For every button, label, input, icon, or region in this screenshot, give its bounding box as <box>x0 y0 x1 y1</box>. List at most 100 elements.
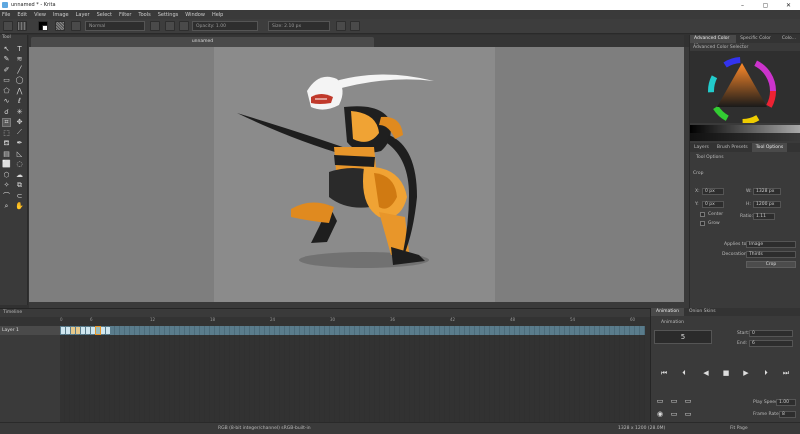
playback-options-icon[interactable]: ▭ <box>683 409 693 419</box>
keyframe[interactable] <box>70 327 75 334</box>
prev-frame-icon[interactable]: ◀ <box>701 368 711 378</box>
crop-tool-icon[interactable]: ⌗ <box>2 117 11 127</box>
menu-edit[interactable]: Edit <box>17 12 27 18</box>
document-tab[interactable]: unnamed <box>31 37 374 47</box>
menu-tools[interactable]: Tools <box>138 12 150 18</box>
polyline-tool-icon[interactable]: ⋀ <box>15 86 24 95</box>
mirror-horizontal-icon[interactable] <box>336 21 346 31</box>
zoom-tool-icon[interactable]: ⌕ <box>2 202 11 211</box>
ellipse-select-icon[interactable]: ◌ <box>15 160 24 169</box>
crop-x-field[interactable]: 0 px <box>702 188 724 195</box>
transform-tool-icon[interactable]: ⬚ <box>2 128 11 137</box>
keyframe[interactable] <box>80 327 85 334</box>
timeline-layer-name[interactable]: Layer 1 <box>0 326 60 335</box>
minimize-icon[interactable]: – <box>731 2 754 9</box>
gradient-tool-icon[interactable]: ▤ <box>2 149 11 158</box>
play-speed-field[interactable]: 1.00 <box>776 399 796 406</box>
select-shapes-icon[interactable]: ↖ <box>2 44 11 53</box>
current-frame-field[interactable]: 5 <box>654 330 712 344</box>
tab-color[interactable]: Colo... <box>778 35 800 43</box>
tab-brush-presets[interactable]: Brush Presets <box>713 143 752 152</box>
pattern-icon[interactable] <box>55 21 65 31</box>
crop-h-field[interactable]: 1200 px <box>753 201 781 208</box>
text-tool-icon[interactable]: T <box>15 44 24 53</box>
keyframe[interactable] <box>65 327 70 334</box>
similar-select-icon[interactable]: ⧉ <box>15 181 24 190</box>
rectangle-tool-icon[interactable]: ▭ <box>2 76 11 85</box>
move-tool-icon[interactable]: ✥ <box>15 118 24 127</box>
menu-layer[interactable]: Layer <box>76 12 90 18</box>
crop-w-field[interactable]: 1328 px <box>753 188 781 195</box>
freehand-select-icon[interactable]: ☁ <box>15 170 24 179</box>
brush-settings-icon[interactable] <box>17 21 27 31</box>
calligraphy-icon[interactable]: ≋ <box>15 55 24 64</box>
menu-select[interactable]: Select <box>97 12 112 18</box>
tab-tool-options[interactable]: Tool Options <box>751 143 788 152</box>
keyframe[interactable] <box>100 327 105 334</box>
first-frame-icon[interactable]: ⏮ <box>659 368 669 378</box>
close-icon[interactable]: ✕ <box>777 2 800 9</box>
color-selector[interactable] <box>690 51 800 123</box>
freehand-brush-icon[interactable]: ✐ <box>2 65 11 74</box>
mirror-vertical-icon[interactable] <box>350 21 360 31</box>
tab-specific-color[interactable]: Specific Color ... <box>736 35 778 46</box>
add-keyframe-icon[interactable]: ▭ <box>655 396 665 406</box>
menu-window[interactable]: Window <box>185 12 205 18</box>
last-frame-icon[interactable]: ⏭ <box>781 368 791 378</box>
pan-tool-icon[interactable]: ✋ <box>15 202 24 211</box>
new-document-icon[interactable] <box>3 21 13 31</box>
menu-image[interactable]: Image <box>53 12 69 18</box>
polygon-tool-icon[interactable]: ⬠ <box>2 86 11 95</box>
freehand-path-icon[interactable]: ℓ <box>15 97 24 106</box>
edit-shapes-icon[interactable]: ✎ <box>2 55 11 64</box>
common-colors-strip[interactable] <box>690 133 800 141</box>
grow-checkbox[interactable] <box>700 221 705 226</box>
keyframe[interactable] <box>105 327 110 334</box>
frame-ruler[interactable]: 0 6 12 18 24 30 36 42 48 54 60 <box>60 317 645 325</box>
decoration-select[interactable]: Thirds <box>746 251 796 258</box>
drop-frames-icon[interactable]: ▭ <box>683 396 693 406</box>
reload-preset-icon[interactable] <box>165 21 175 31</box>
alpha-lock-icon[interactable] <box>179 21 189 31</box>
tab-animation[interactable]: Animation <box>651 308 684 316</box>
menu-help[interactable]: Help <box>212 12 223 18</box>
frame-cells[interactable] <box>60 326 645 335</box>
multibrush-icon[interactable]: ✳ <box>15 107 24 116</box>
crop-button[interactable]: Crop <box>746 261 796 268</box>
menu-file[interactable]: File <box>2 12 10 18</box>
background-color-swatch[interactable] <box>42 25 48 31</box>
keyframe[interactable] <box>75 327 80 334</box>
applies-to-select[interactable]: Image <box>746 241 796 248</box>
end-field[interactable]: 6 <box>749 340 793 347</box>
keyframe[interactable] <box>90 327 95 334</box>
maximize-icon[interactable]: ▢ <box>754 2 777 9</box>
magnetic-select-icon[interactable]: ⊂ <box>15 191 24 200</box>
dynamic-brush-icon[interactable]: ☌ <box>2 107 11 116</box>
color-picker-icon[interactable]: ✒ <box>15 139 24 148</box>
line-tool-icon[interactable]: ╱ <box>15 65 24 74</box>
current-frame-marker[interactable] <box>94 326 101 335</box>
opacity-slider[interactable]: Opacity: 1.00 <box>192 21 258 31</box>
onion-skin-icon[interactable]: ◉ <box>655 409 665 419</box>
center-checkbox[interactable] <box>700 212 705 217</box>
timeline-grid[interactable] <box>60 335 645 423</box>
copy-keyframe-icon[interactable]: ▭ <box>669 396 679 406</box>
canvas-area[interactable] <box>29 47 684 302</box>
contiguous-select-icon[interactable]: ✧ <box>2 181 11 190</box>
play-icon[interactable]: ▶ <box>741 368 751 378</box>
stop-icon[interactable]: ■ <box>721 368 731 378</box>
zoom-mode[interactable]: Fit Page <box>730 426 748 431</box>
rect-select-icon[interactable]: ⬜ <box>2 160 11 169</box>
measure-tool-icon[interactable]: ⟋ <box>15 128 24 137</box>
size-slider[interactable]: Size: 2.10 px <box>268 21 330 31</box>
remove-keyframe-icon[interactable]: ▭ <box>669 409 679 419</box>
prev-keyframe-icon[interactable]: ⏴ <box>679 368 689 378</box>
fill-tool-icon[interactable]: ⛾ <box>2 139 11 148</box>
ratio-field[interactable]: 1.11 <box>753 213 775 220</box>
bezier-select-icon[interactable]: ⌒ <box>2 191 11 200</box>
polygon-select-icon[interactable]: ⬡ <box>2 170 11 179</box>
tab-layers[interactable]: Layers <box>690 143 713 152</box>
timeline-layer-row[interactable]: Layer 1 <box>0 326 650 335</box>
gradient-icon[interactable] <box>71 21 81 31</box>
keyframe[interactable] <box>85 327 90 334</box>
